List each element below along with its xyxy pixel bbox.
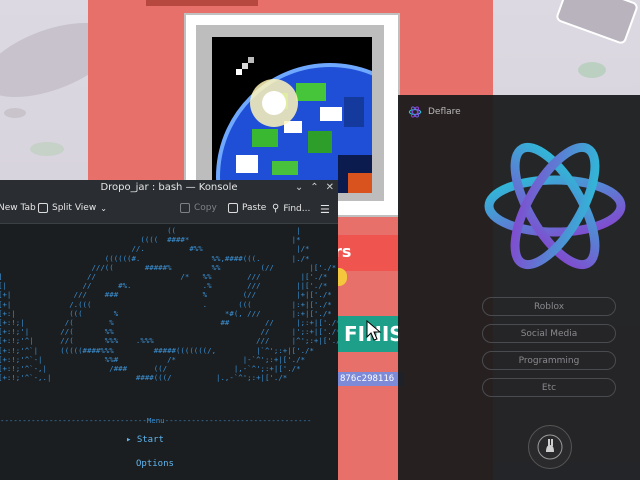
deflare-logo-icon — [408, 106, 422, 118]
terminal-prompt-icon: ▸ — [126, 435, 132, 445]
menu-start-label: Start — [136, 435, 164, 445]
konsole-toolbar: New Tab Split View ⌄ Copy Paste ⚲ Find..… — [0, 195, 338, 224]
find-icon: ⚲ — [272, 203, 280, 214]
badge-logo-icon — [528, 425, 572, 469]
background-pebble — [4, 108, 26, 118]
game-overlay-label: rs — [330, 235, 400, 271]
chevron-down-icon[interactable]: ⌄ — [295, 180, 303, 195]
etc-button[interactable]: Etc — [482, 378, 616, 397]
hamburger-menu-button[interactable]: ☰ — [320, 203, 330, 216]
hamburger-menu-icon: ☰ — [320, 203, 330, 216]
find-label: Find... — [283, 203, 311, 214]
paste-button[interactable]: Paste — [228, 203, 266, 213]
copy-icon — [180, 203, 190, 213]
konsole-titlebar[interactable]: Dropo_jar : bash — Konsole ⌄ ⌃ ✕ — [0, 180, 338, 195]
copy-button[interactable]: Copy — [180, 203, 217, 213]
social-media-button[interactable]: Social Media — [482, 324, 616, 343]
artwork-frame — [196, 25, 384, 201]
mouse-cursor-icon — [366, 320, 382, 341]
background-pebble — [30, 142, 64, 156]
split-view-button[interactable]: Split View ⌄ — [38, 203, 107, 213]
pixel-art-earth-svg — [212, 37, 372, 193]
panel-top-strip — [146, 0, 258, 6]
hash-label: 876c298116 — [336, 372, 404, 386]
new-tab-label: New Tab — [0, 203, 36, 213]
split-view-label: Split View — [52, 203, 97, 213]
split-view-icon — [38, 203, 48, 213]
rabbit-badge-icon — [537, 434, 563, 460]
menu-divider: ---------------------------------Menu---… — [0, 416, 312, 425]
deflare-title: Deflare — [428, 107, 461, 117]
roblox-button[interactable]: Roblox — [482, 297, 616, 316]
menu-item-options[interactable]: Options — [136, 459, 174, 469]
deflare-window: Deflare Roblox Social Media Programming … — [398, 95, 640, 480]
paste-label: Paste — [242, 203, 267, 213]
pixel-art-earth-image — [212, 37, 372, 193]
background-stone — [554, 0, 640, 46]
ascii-art: (( | (((( ####* |* //. #%% |/* ((((((#. … — [0, 226, 338, 383]
find-button[interactable]: ⚲ Find... — [272, 203, 310, 214]
chevron-down-icon: ⌄ — [100, 203, 107, 213]
konsole-window: Dropo_jar : bash — Konsole ⌄ ⌃ ✕ New Tab… — [0, 180, 338, 480]
paste-icon — [228, 203, 238, 213]
konsole-title: Dropo_jar : bash — Konsole — [100, 182, 238, 193]
close-icon[interactable]: ✕ — [326, 180, 334, 195]
deflare-logo-large-icon — [484, 142, 626, 270]
terminal-area[interactable]: (( | (((( ####* |* //. #%% |/* ((((((#. … — [0, 224, 338, 480]
new-tab-button[interactable]: New Tab — [0, 203, 36, 213]
maximize-icon[interactable]: ⌃ — [310, 180, 318, 195]
programming-button[interactable]: Programming — [482, 351, 616, 370]
menu-item-start[interactable]: ▸ Start — [126, 435, 164, 445]
background-pebble — [578, 62, 606, 78]
copy-label: Copy — [194, 203, 217, 213]
deflare-header: Deflare — [408, 105, 461, 119]
